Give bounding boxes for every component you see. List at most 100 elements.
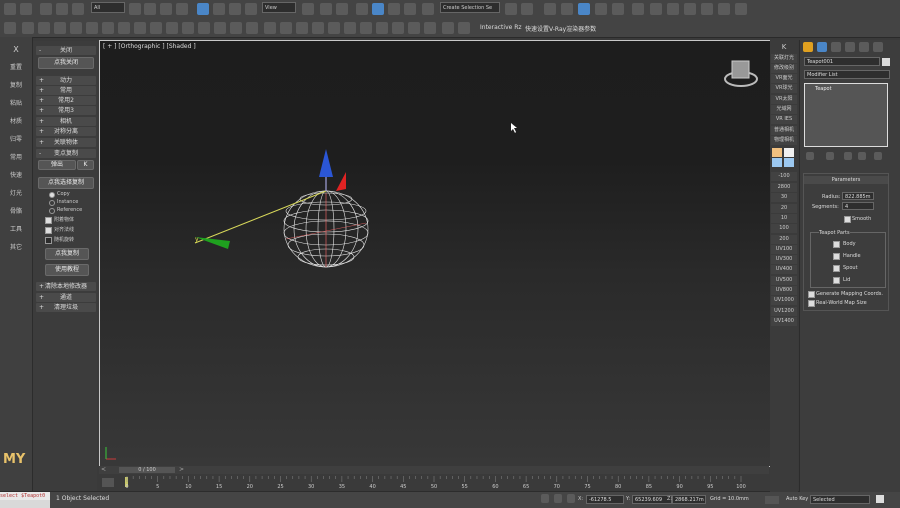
rollout-channels[interactable]: + 通道 (36, 293, 96, 302)
teapot-icon[interactable] (198, 22, 210, 34)
rollout-close[interactable]: - 关闭 (36, 46, 96, 55)
toolbar2-icon-24[interactable] (376, 22, 388, 34)
point-copy-button[interactable]: 点我复制 (45, 248, 89, 260)
segments-field[interactable]: 4 (842, 202, 874, 210)
absolute-mode-icon[interactable] (567, 494, 575, 503)
light-icon[interactable] (246, 22, 258, 34)
tool-num-2800[interactable]: 2800 (771, 183, 797, 192)
tool-ies-web[interactable]: 光域网 (771, 105, 797, 114)
percent-snap-icon[interactable] (388, 3, 400, 15)
rotate-icon[interactable] (213, 3, 225, 15)
strip-bones[interactable]: 骨骼 (0, 206, 32, 215)
radio-instance[interactable] (49, 200, 55, 206)
gizmo-y-arrow[interactable] (336, 172, 346, 191)
swatch-warm-icon[interactable] (772, 148, 782, 157)
ribbon-icon[interactable] (561, 3, 573, 15)
toolbar2-icon-20[interactable] (312, 22, 324, 34)
strip-zero[interactable]: 归零 (0, 134, 32, 143)
rollout-linked-objects[interactable]: + 关联物体 (36, 138, 96, 147)
scale-icon[interactable] (229, 3, 241, 15)
track-bar[interactable]: 0 5 10 15 20 25 30 35 40 45 50 55 60 65 70 75 80 85 90 95 10… (99, 474, 769, 491)
strip-other[interactable]: 其它 (0, 242, 32, 251)
toolbar2-icon-28[interactable] (442, 22, 454, 34)
time-slider-handle[interactable]: 0 / 100 (119, 467, 175, 473)
vray-icon[interactable] (4, 22, 16, 34)
configure-sets-icon[interactable] (874, 152, 882, 160)
align-normal-checkbox[interactable] (45, 227, 52, 234)
toolbar2-icon-8[interactable] (118, 22, 130, 34)
vray-quick-setup-button[interactable]: 快速设置V-Ray渲染器参数 (525, 24, 596, 33)
cylinder-icon[interactable] (166, 22, 178, 34)
rollout-common2[interactable]: + 常用2 (36, 96, 96, 105)
time-slider-track[interactable]: < 0 / 100 > (99, 466, 769, 474)
tool-num-200[interactable]: 200 (771, 235, 797, 244)
align-icon[interactable] (521, 3, 533, 15)
select-copy-button[interactable]: 点我选择复制 (38, 177, 94, 189)
reference-coord-dropdown[interactable]: View (262, 2, 296, 13)
strip-reset[interactable]: 重置 (0, 62, 32, 71)
tool-uv300[interactable]: UV300 (771, 255, 797, 264)
radio-copy[interactable] (49, 192, 55, 198)
link-icon[interactable] (40, 3, 52, 15)
tool-uv100[interactable]: UV100 (771, 245, 797, 254)
redo-icon[interactable] (20, 3, 32, 15)
render-iterative-icon[interactable] (684, 3, 696, 15)
tool-num-10[interactable]: 10 (771, 214, 797, 223)
tool-num-100[interactable]: 100 (771, 224, 797, 233)
toolbar2-icon-21[interactable] (328, 22, 340, 34)
auto-key-button[interactable]: Auto Key (786, 496, 808, 502)
tool-physical-camera[interactable]: 物理相机 (771, 136, 797, 145)
tool-vray-plane-light[interactable]: VR面光 (771, 74, 797, 83)
z-coord-field[interactable]: 2868.217m (672, 495, 706, 504)
hierarchy-tab-icon[interactable] (831, 42, 841, 52)
toolbar2-icon-4[interactable] (54, 22, 66, 34)
display-tab-icon[interactable] (859, 42, 869, 52)
tool-linked-light[interactable]: 关联灯光 (771, 54, 797, 63)
undo-icon[interactable] (4, 3, 16, 15)
layer-icon[interactable] (544, 3, 556, 15)
strip-common[interactable]: 常用 (0, 152, 32, 161)
show-end-result-icon[interactable] (826, 152, 834, 160)
material-editor-icon[interactable] (612, 3, 624, 15)
pivot-icon[interactable] (302, 3, 314, 15)
modify-tab-icon[interactable] (817, 42, 827, 52)
toolbar2-icon-6[interactable] (86, 22, 98, 34)
viewport[interactable]: [ + ] [Orthographic ] [Shaded ] y (99, 40, 771, 467)
motion-tab-icon[interactable] (845, 42, 855, 52)
real-world-checkbox[interactable] (808, 300, 815, 307)
selection-filter-dropdown[interactable]: All (91, 2, 125, 13)
snap-icon[interactable] (356, 3, 368, 15)
sun-light-icon[interactable] (230, 22, 242, 34)
toolbar2-icon-23[interactable] (360, 22, 372, 34)
toolbar2-icon-19[interactable] (296, 22, 308, 34)
modifier-list-dropdown[interactable]: Modifier List (804, 70, 890, 79)
tool-uv400[interactable]: UV400 (771, 265, 797, 274)
radio-reference[interactable] (49, 208, 55, 214)
x-coord-field[interactable]: -61278.5 (586, 495, 624, 504)
close-me-button[interactable]: 点我关闭 (38, 57, 94, 69)
interactive-render-button[interactable]: Interactive Rz (480, 24, 522, 31)
tool-modifier-level[interactable]: 修改级别 (771, 64, 797, 73)
key-icon[interactable] (765, 496, 779, 504)
viewcube-icon[interactable] (724, 60, 758, 87)
modifier-stack[interactable]: Teapot (804, 83, 888, 147)
strip-lights[interactable]: 灯光 (0, 188, 32, 197)
strip-material[interactable]: 材质 (0, 116, 32, 125)
a360-icon[interactable] (735, 3, 747, 15)
unlink-icon[interactable] (56, 3, 68, 15)
strip-tools[interactable]: 工具 (0, 224, 32, 233)
named-selection-dropdown[interactable]: Create Selection Se (440, 2, 500, 13)
schematic-icon[interactable] (595, 3, 607, 15)
popout-key-button[interactable]: K (77, 160, 94, 170)
object-color-swatch[interactable] (882, 58, 890, 66)
lid-checkbox[interactable] (833, 277, 840, 284)
render-active-icon[interactable] (701, 3, 713, 15)
swatch-white-icon[interactable] (784, 148, 794, 157)
toolbar2-icon-27[interactable] (424, 22, 436, 34)
edit-named-selection-icon[interactable] (422, 3, 434, 15)
tool-panel-close[interactable]: K (771, 43, 797, 52)
toolbar2-icon-22[interactable] (344, 22, 356, 34)
select-icon[interactable] (129, 3, 141, 15)
strip-copy[interactable]: 复制 (0, 80, 32, 89)
parameters-title[interactable]: Parameters (804, 176, 888, 184)
